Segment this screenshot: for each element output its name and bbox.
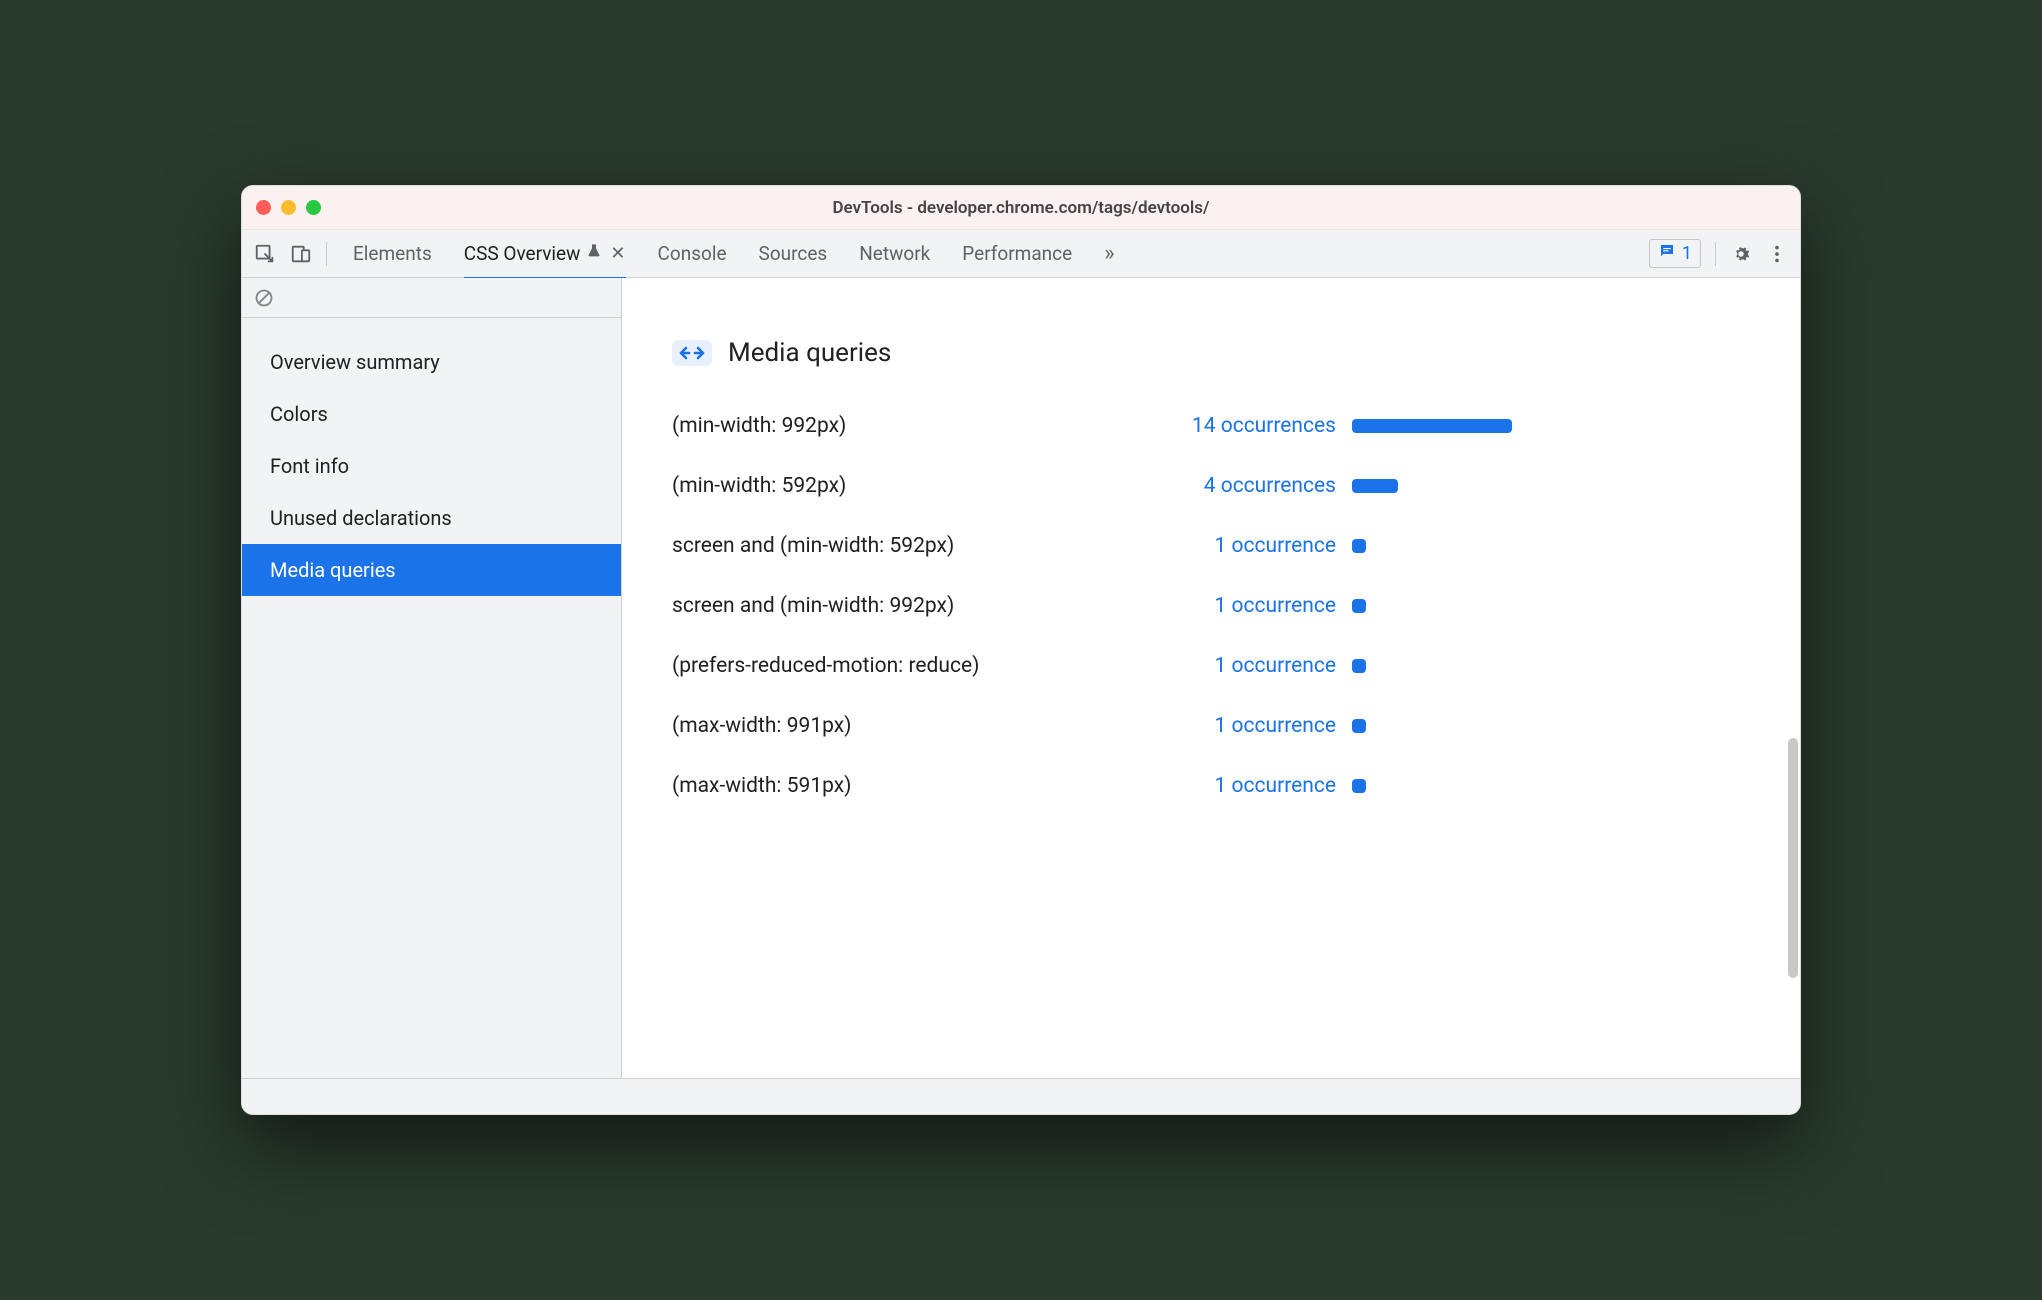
media-query-row: (min-width: 992px)14 occurrences (672, 414, 1750, 438)
sidebar-item-label: Colors (270, 402, 328, 426)
chat-icon (1658, 242, 1676, 265)
media-query-text: (prefers-reduced-motion: reduce) (672, 654, 1152, 678)
section-heading-text: Media queries (728, 338, 891, 368)
media-query-list: (min-width: 992px)14 occurrences(min-wid… (672, 414, 1750, 798)
occurrence-bar (1352, 419, 1512, 433)
media-query-row: (min-width: 592px)4 occurrences (672, 474, 1750, 498)
tab-label: Performance (962, 242, 1072, 265)
occurrence-bar (1352, 539, 1366, 553)
sidebar-item-overview-summary[interactable]: Overview summary (242, 336, 621, 388)
tab-performance[interactable]: Performance (962, 230, 1072, 277)
media-query-text: screen and (min-width: 992px) (672, 594, 1152, 618)
occurrence-bar (1352, 719, 1366, 733)
media-queries-icon (672, 340, 712, 366)
tab-label: Elements (353, 242, 432, 265)
sidebar-items: Overview summary Colors Font info Unused… (242, 318, 621, 596)
media-query-text: screen and (min-width: 592px) (672, 534, 1152, 558)
tab-label: Console (658, 242, 727, 265)
device-toggle-icon[interactable] (290, 243, 312, 265)
occurrence-bar (1352, 779, 1366, 793)
css-overview-sidebar: Overview summary Colors Font info Unused… (242, 278, 622, 1078)
occurrence-count-link[interactable]: 1 occurrence (1152, 774, 1352, 798)
close-window-button[interactable] (256, 200, 271, 215)
panel-tabs: Elements CSS Overview ✕ Console Sources … (353, 230, 1645, 278)
media-query-row: screen and (min-width: 992px)1 occurrenc… (672, 594, 1750, 618)
occurrence-bar (1352, 659, 1366, 673)
sidebar-item-media-queries[interactable]: Media queries (242, 544, 621, 596)
sidebar-item-unused-declarations[interactable]: Unused declarations (242, 492, 621, 544)
occurrence-bar-cell (1352, 779, 1750, 793)
occurrence-bar (1352, 599, 1366, 613)
maximize-window-button[interactable] (306, 200, 321, 215)
sidebar-item-label: Overview summary (270, 350, 440, 374)
sidebar-item-font-info[interactable]: Font info (242, 440, 621, 492)
sidebar-item-label: Unused declarations (270, 506, 452, 530)
more-tabs-icon[interactable]: » (1104, 241, 1114, 266)
occurrence-bar-cell (1352, 539, 1750, 553)
tab-elements[interactable]: Elements (353, 230, 432, 277)
sidebar-item-colors[interactable]: Colors (242, 388, 621, 440)
sidebar-item-label: Media queries (270, 558, 396, 582)
media-query-row: (prefers-reduced-motion: reduce)1 occurr… (672, 654, 1750, 678)
occurrence-count-link[interactable]: 4 occurrences (1152, 474, 1352, 498)
devtools-toolbar: Elements CSS Overview ✕ Console Sources … (242, 230, 1800, 278)
media-query-text: (min-width: 992px) (672, 414, 1152, 438)
tab-label: CSS Overview (464, 242, 581, 265)
flask-icon (586, 242, 602, 265)
inspect-icon[interactable] (254, 243, 276, 265)
tab-css-overview[interactable]: CSS Overview ✕ (464, 230, 626, 280)
toolbar-divider (1715, 242, 1716, 266)
tab-network[interactable]: Network (859, 230, 930, 277)
occurrence-bar-cell (1352, 599, 1750, 613)
kebab-menu-icon[interactable] (1766, 243, 1788, 265)
media-query-text: (max-width: 591px) (672, 774, 1152, 798)
media-query-text: (max-width: 991px) (672, 714, 1152, 738)
section-heading: Media queries (672, 338, 1750, 368)
media-query-row: (max-width: 591px)1 occurrence (672, 774, 1750, 798)
occurrence-count-link[interactable]: 1 occurrence (1152, 714, 1352, 738)
media-query-row: (max-width: 991px)1 occurrence (672, 714, 1750, 738)
issues-count: 1 (1682, 243, 1692, 264)
occurrence-bar-cell (1352, 419, 1750, 433)
close-tab-icon[interactable]: ✕ (610, 243, 625, 264)
occurrence-bar (1352, 479, 1398, 493)
toolbar-divider (326, 242, 327, 266)
traffic-lights (256, 200, 321, 215)
gear-icon[interactable] (1730, 243, 1752, 265)
tab-label: Sources (759, 242, 828, 265)
clear-icon[interactable] (254, 288, 274, 308)
devtools-window: DevTools - developer.chrome.com/tags/dev… (241, 185, 1801, 1115)
tab-label: Network (859, 242, 930, 265)
panel-body: Overview summary Colors Font info Unused… (242, 278, 1800, 1078)
occurrence-count-link[interactable]: 1 occurrence (1152, 534, 1352, 558)
tab-console[interactable]: Console (658, 230, 727, 277)
sidebar-item-label: Font info (270, 454, 349, 478)
occurrence-bar-cell (1352, 719, 1750, 733)
minimize-window-button[interactable] (281, 200, 296, 215)
occurrence-bar-cell (1352, 659, 1750, 673)
window-title: DevTools - developer.chrome.com/tags/dev… (242, 198, 1800, 218)
content-pane: Media queries (min-width: 992px)14 occur… (622, 278, 1800, 1078)
window-titlebar: DevTools - developer.chrome.com/tags/dev… (242, 186, 1800, 230)
drawer-footer (242, 1078, 1800, 1114)
scrollbar-thumb[interactable] (1788, 738, 1798, 978)
occurrence-count-link[interactable]: 14 occurrences (1152, 414, 1352, 438)
occurrence-count-link[interactable]: 1 occurrence (1152, 594, 1352, 618)
tab-sources[interactable]: Sources (759, 230, 828, 277)
issues-badge[interactable]: 1 (1649, 239, 1701, 268)
media-query-row: screen and (min-width: 592px)1 occurrenc… (672, 534, 1750, 558)
sidebar-header (242, 278, 621, 318)
media-query-text: (min-width: 592px) (672, 474, 1152, 498)
occurrence-bar-cell (1352, 479, 1750, 493)
occurrence-count-link[interactable]: 1 occurrence (1152, 654, 1352, 678)
